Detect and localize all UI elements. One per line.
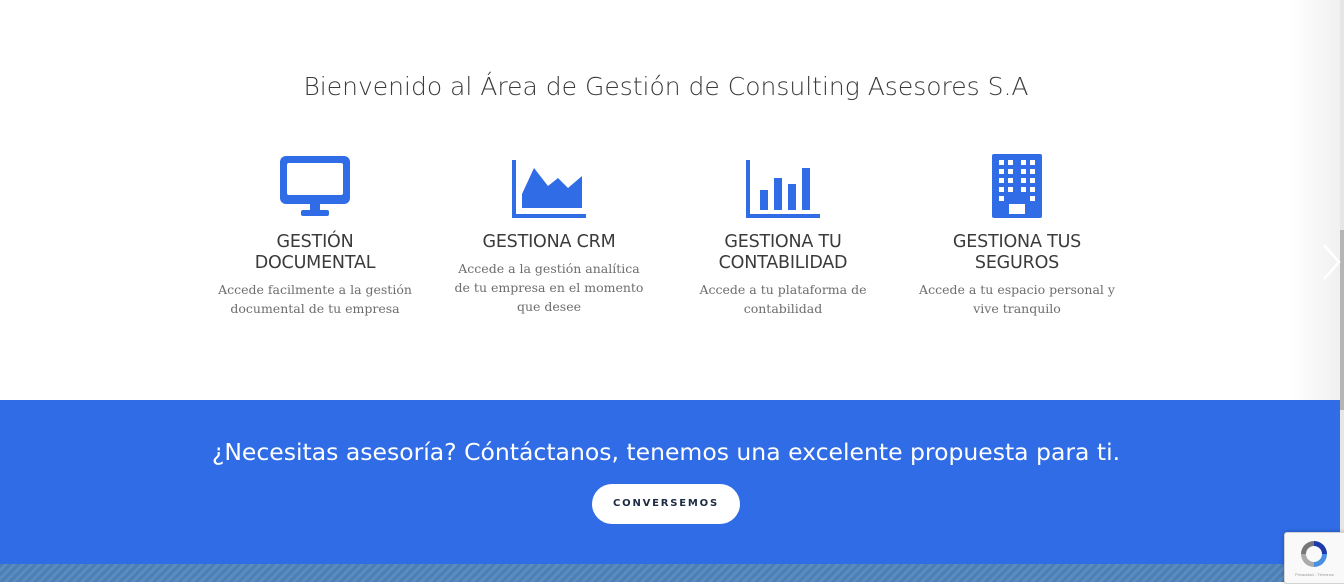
feature-gestiona-crm[interactable]: GESTIONA CRM Accede a la gestión analíti… (449, 150, 649, 316)
feature-description: Accede facilmente a la gestión documenta… (218, 282, 412, 316)
recaptcha-footer-text[interactable]: Privacidad - Términos (1295, 572, 1334, 577)
feature-gestion-documental[interactable]: GESTIÓN DOCUMENTAL Accede facilmente a l… (215, 150, 415, 318)
page-title: Bienvenido al Área de Gestión de Consult… (303, 72, 1029, 101)
chevron-right-icon (1323, 244, 1341, 280)
cta-band (0, 400, 1340, 564)
feature-gestiona-seguros[interactable]: GESTIONA TUS SEGUROS Accede a tu espacio… (917, 150, 1117, 318)
feature-gestiona-contabilidad[interactable]: GESTIONA TU CONTABILIDAD Accede a tu pla… (683, 150, 883, 318)
feature-description: Accede a tu espacio personal y vive tran… (919, 282, 1115, 316)
conversemos-button[interactable]: CONVERSEMOS (592, 484, 740, 524)
carousel-next-button[interactable] (1318, 242, 1344, 282)
feature-title: GESTIONA TUS SEGUROS (952, 232, 1082, 273)
feature-title: GESTIONA CRM (482, 232, 616, 252)
building-icon (917, 150, 1117, 218)
feature-title: GESTIÓN DOCUMENTAL (254, 232, 376, 273)
recaptcha-icon (1301, 541, 1327, 567)
bar-chart-icon (683, 150, 883, 218)
recaptcha-badge[interactable]: Privacidad - Términos (1284, 532, 1344, 584)
feature-description: Accede a tu plataforma de contabilidad (699, 282, 867, 316)
footer-strip (0, 564, 1340, 582)
monitor-icon (215, 150, 415, 218)
feature-description: Accede a la gestión analítica de tu empr… (454, 261, 644, 314)
cta-text: ¿Necesitas asesoría? Cóntáctanos, tenemo… (211, 438, 1121, 466)
feature-title: GESTIONA TU CONTABILIDAD (718, 232, 848, 273)
carousel-edge-shadow (1290, 0, 1344, 400)
area-chart-icon (449, 150, 649, 218)
